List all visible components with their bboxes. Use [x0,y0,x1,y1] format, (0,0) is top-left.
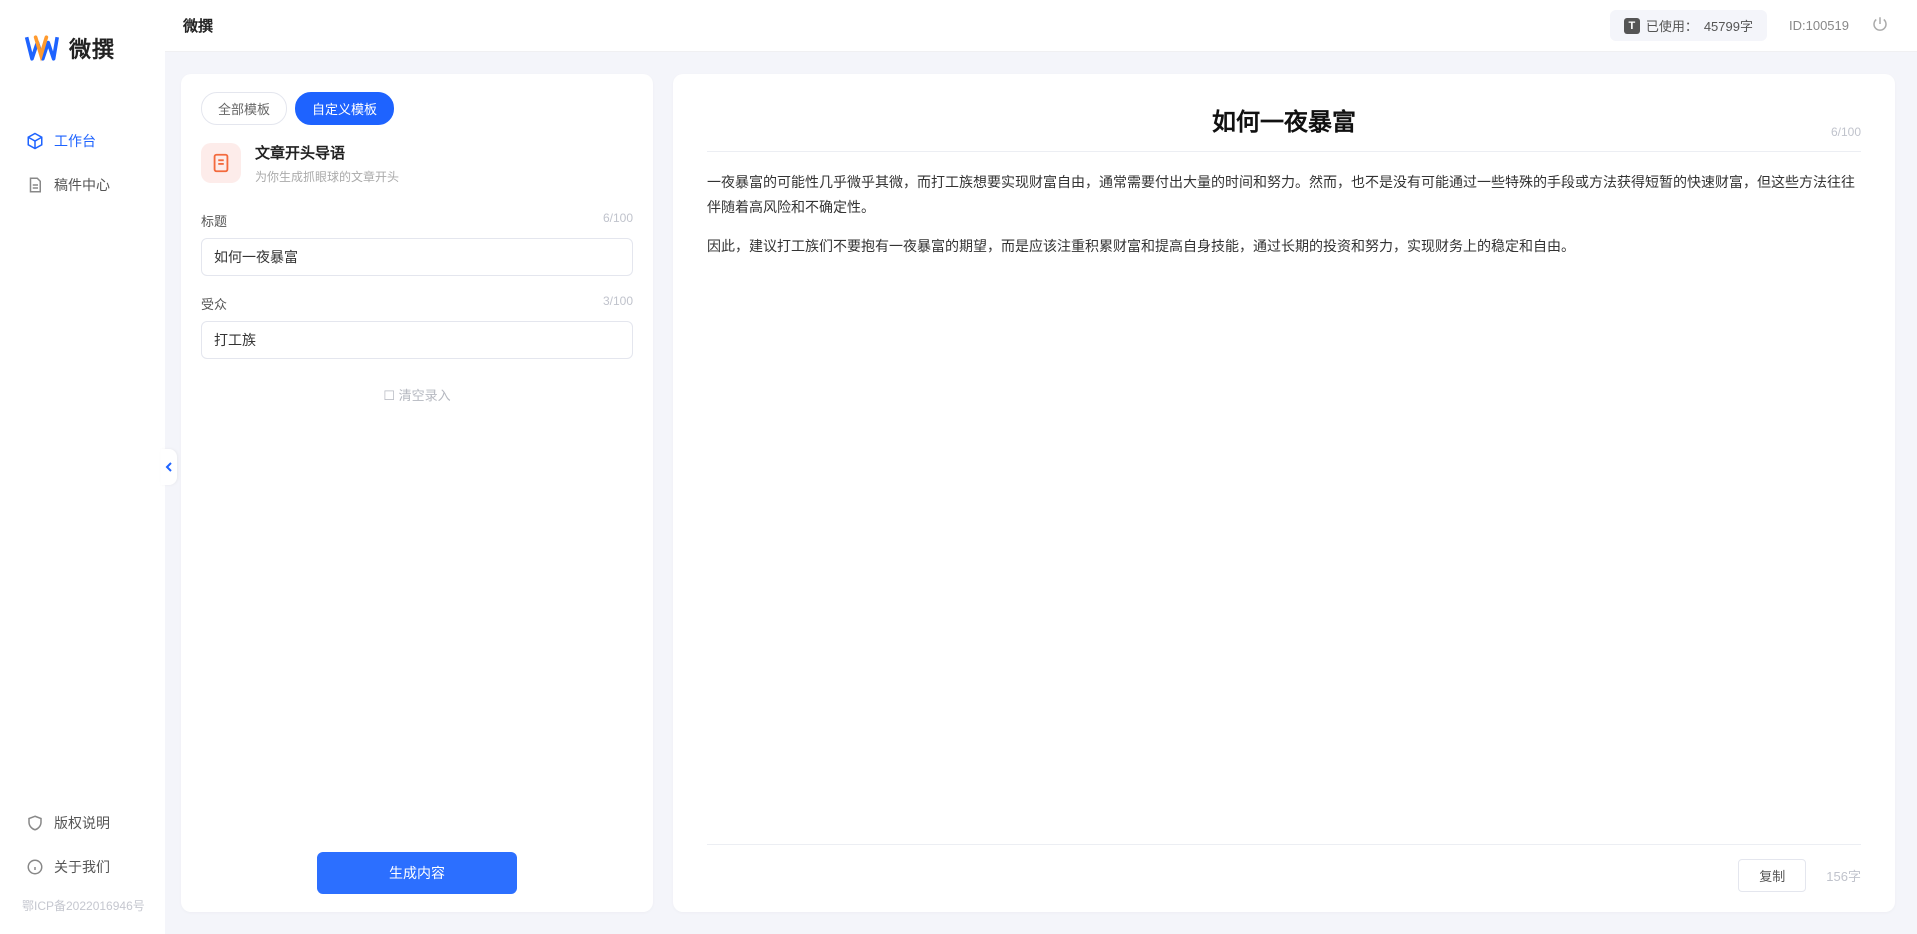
nav-workspace-label: 工作台 [54,131,96,151]
power-icon [1871,15,1889,33]
brand-name: 微撰 [69,32,115,64]
audience-input[interactable] [201,321,633,359]
template-desc: 为你生成抓眼球的文章开头 [255,168,399,185]
copy-button[interactable]: 复制 [1738,859,1806,892]
tab-custom-templates[interactable]: 自定义模板 [295,92,394,125]
nav-drafts-label: 稿件中心 [54,175,110,195]
nav-workspace[interactable]: 工作台 [18,121,147,161]
chevron-left-icon [164,461,174,473]
title-input[interactable] [201,238,633,276]
generate-button[interactable]: 生成内容 [317,852,517,894]
sidebar-nav: 工作台 稿件中心 [18,121,147,205]
nav-copyright-label: 版权说明 [54,813,110,833]
template-header: 文章开头导语 为你生成抓眼球的文章开头 [201,143,633,185]
result-body: 一夜暴富的可能性几乎微乎其微，而打工族想要实现财富自由，通常需要付出大量的时间和… [707,170,1861,274]
form-panel: 全部模板 自定义模板 文章开头导语 为你生成抓眼球的文章开头 标题 6/ [181,74,653,912]
tab-all-templates[interactable]: 全部模板 [201,92,287,125]
template-tabs: 全部模板 自定义模板 [201,92,633,125]
result-paragraph: 一夜暴富的可能性几乎微乎其微，而打工族想要实现财富自由，通常需要付出大量的时间和… [707,170,1861,220]
field-audience-label: 受众 [201,294,227,313]
result-panel: 如何一夜暴富 6/100 一夜暴富的可能性几乎微乎其微，而打工族想要实现财富自由… [673,74,1895,912]
field-title: 标题 6/100 [201,211,633,276]
template-title: 文章开头导语 [255,143,399,164]
sidebar-collapse-handle[interactable] [161,449,177,485]
result-paragraph: 因此，建议打工族们不要抱有一夜暴富的期望，而是应该注重积累财富和提高自身技能，通… [707,234,1861,259]
cube-icon [26,132,44,150]
result-title: 如何一夜暴富 [707,102,1861,137]
power-button[interactable] [1871,15,1889,36]
logo-icon [23,30,59,66]
topbar-title: 微撰 [183,15,213,36]
document-icon [26,176,44,194]
user-id: ID:100519 [1789,18,1849,33]
field-audience-counter: 3/100 [603,294,633,313]
usage-label: 已使用： [1646,16,1698,35]
text-icon: T [1624,18,1640,34]
topbar: 微撰 T 已使用： 45799字 ID:100519 [165,0,1917,52]
word-count: 156字 [1826,866,1861,885]
nav-copyright[interactable]: 版权说明 [18,803,147,843]
field-title-label: 标题 [201,211,227,230]
nav-about-label: 关于我们 [54,857,110,877]
shield-icon [26,814,44,832]
result-title-counter: 6/100 [1831,125,1861,139]
main-area: 微撰 T 已使用： 45799字 ID:100519 全部模板 [165,0,1917,934]
brand-logo: 微撰 [18,30,147,66]
file-lines-icon [210,152,232,174]
nav-drafts[interactable]: 稿件中心 [18,165,147,205]
field-title-counter: 6/100 [603,211,633,230]
result-footer: 复制 156字 [707,844,1861,892]
field-audience: 受众 3/100 [201,294,633,359]
nav-about[interactable]: 关于我们 [18,847,147,887]
sidebar: 微撰 工作台 稿件中心 版权说明 [0,0,165,934]
template-icon [201,143,241,183]
icp-text: 鄂ICP备2022016946号 [18,897,147,914]
usage-value: 45799字 [1704,16,1753,35]
usage-badge[interactable]: T 已使用： 45799字 [1610,10,1767,41]
clear-input-link[interactable]: ☐ 清空录入 [201,385,633,404]
info-icon [26,858,44,876]
